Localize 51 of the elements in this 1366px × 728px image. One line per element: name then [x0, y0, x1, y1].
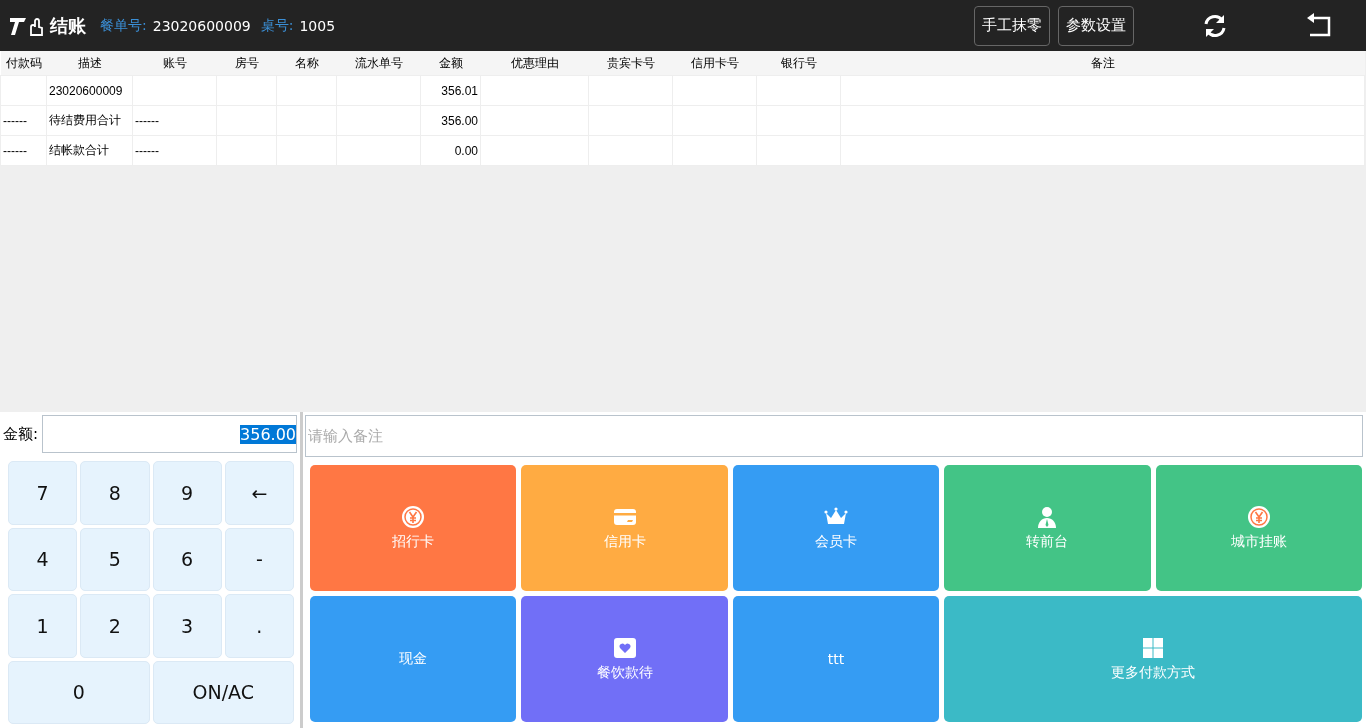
- column-header: 名称: [276, 51, 337, 76]
- keypad-key[interactable]: 6: [152, 527, 222, 591]
- table-cell: 23020600009: [46, 75, 133, 106]
- table-cell: ------: [132, 135, 217, 166]
- keypad-key[interactable]: 0: [8, 660, 150, 724]
- column-header: 信用卡号: [672, 51, 757, 76]
- keypad-key[interactable]: 7: [8, 461, 78, 525]
- header-button[interactable]: 参数设置: [1058, 5, 1134, 46]
- table-cell: 0.00: [420, 135, 481, 166]
- amount-field[interactable]: 356.00: [42, 415, 297, 453]
- table-cell: 356.01: [420, 75, 481, 106]
- table-cell: 待结费用合计: [46, 105, 133, 136]
- keypad-key[interactable]: 2: [80, 594, 150, 658]
- column-header: 账号: [132, 51, 217, 76]
- grid-icon: [1141, 636, 1166, 660]
- column-header: 房号: [216, 51, 277, 76]
- table-number: 1005: [299, 17, 336, 34]
- keypad-key[interactable]: .: [224, 594, 294, 658]
- table-cell: ------: [0, 135, 47, 166]
- column-header: 银行号: [756, 51, 841, 76]
- keypad-key[interactable]: 9: [152, 461, 222, 525]
- order-label: 餐单号:: [100, 16, 147, 35]
- order-number: 23020600009: [152, 17, 251, 34]
- yuan-coin-icon: [401, 505, 426, 529]
- table-cell: 结帐款合计: [46, 135, 133, 166]
- column-header: 描述: [46, 51, 133, 76]
- keypad-key[interactable]: 3: [152, 594, 222, 658]
- heart-envelope-icon: [612, 636, 637, 660]
- table-cell: ------: [0, 105, 47, 136]
- keypad-key[interactable]: ON/AC: [152, 660, 294, 724]
- column-header: 备注: [840, 51, 1365, 76]
- column-header: 流水单号: [336, 51, 421, 76]
- table-cell: 356.00: [420, 105, 481, 136]
- keypad-key[interactable]: 5: [80, 527, 150, 591]
- keypad-key[interactable]: 1: [8, 594, 78, 658]
- column-header: 付款码: [0, 51, 47, 76]
- table-label: 桌号:: [260, 16, 294, 35]
- keypad-key[interactable]: 8: [80, 461, 150, 525]
- header-button[interactable]: 手工抹零: [974, 5, 1050, 46]
- keypad-key[interactable]: 4: [8, 527, 78, 591]
- keypad-key[interactable]: ←: [224, 461, 294, 525]
- remark-field[interactable]: 请输入备注: [305, 415, 1363, 457]
- yuan-coin-icon: [1246, 505, 1271, 529]
- amount-label: 金额:: [3, 424, 39, 444]
- column-header: 优惠理由: [480, 51, 589, 76]
- column-header: 贵宾卡号: [588, 51, 673, 76]
- keypad-key[interactable]: -: [224, 527, 294, 591]
- page-title: 结账: [50, 13, 86, 38]
- payment-button[interactable]: 餐饮款待: [521, 596, 728, 722]
- table-cell: ------: [132, 105, 217, 136]
- column-header: 金额: [420, 51, 481, 76]
